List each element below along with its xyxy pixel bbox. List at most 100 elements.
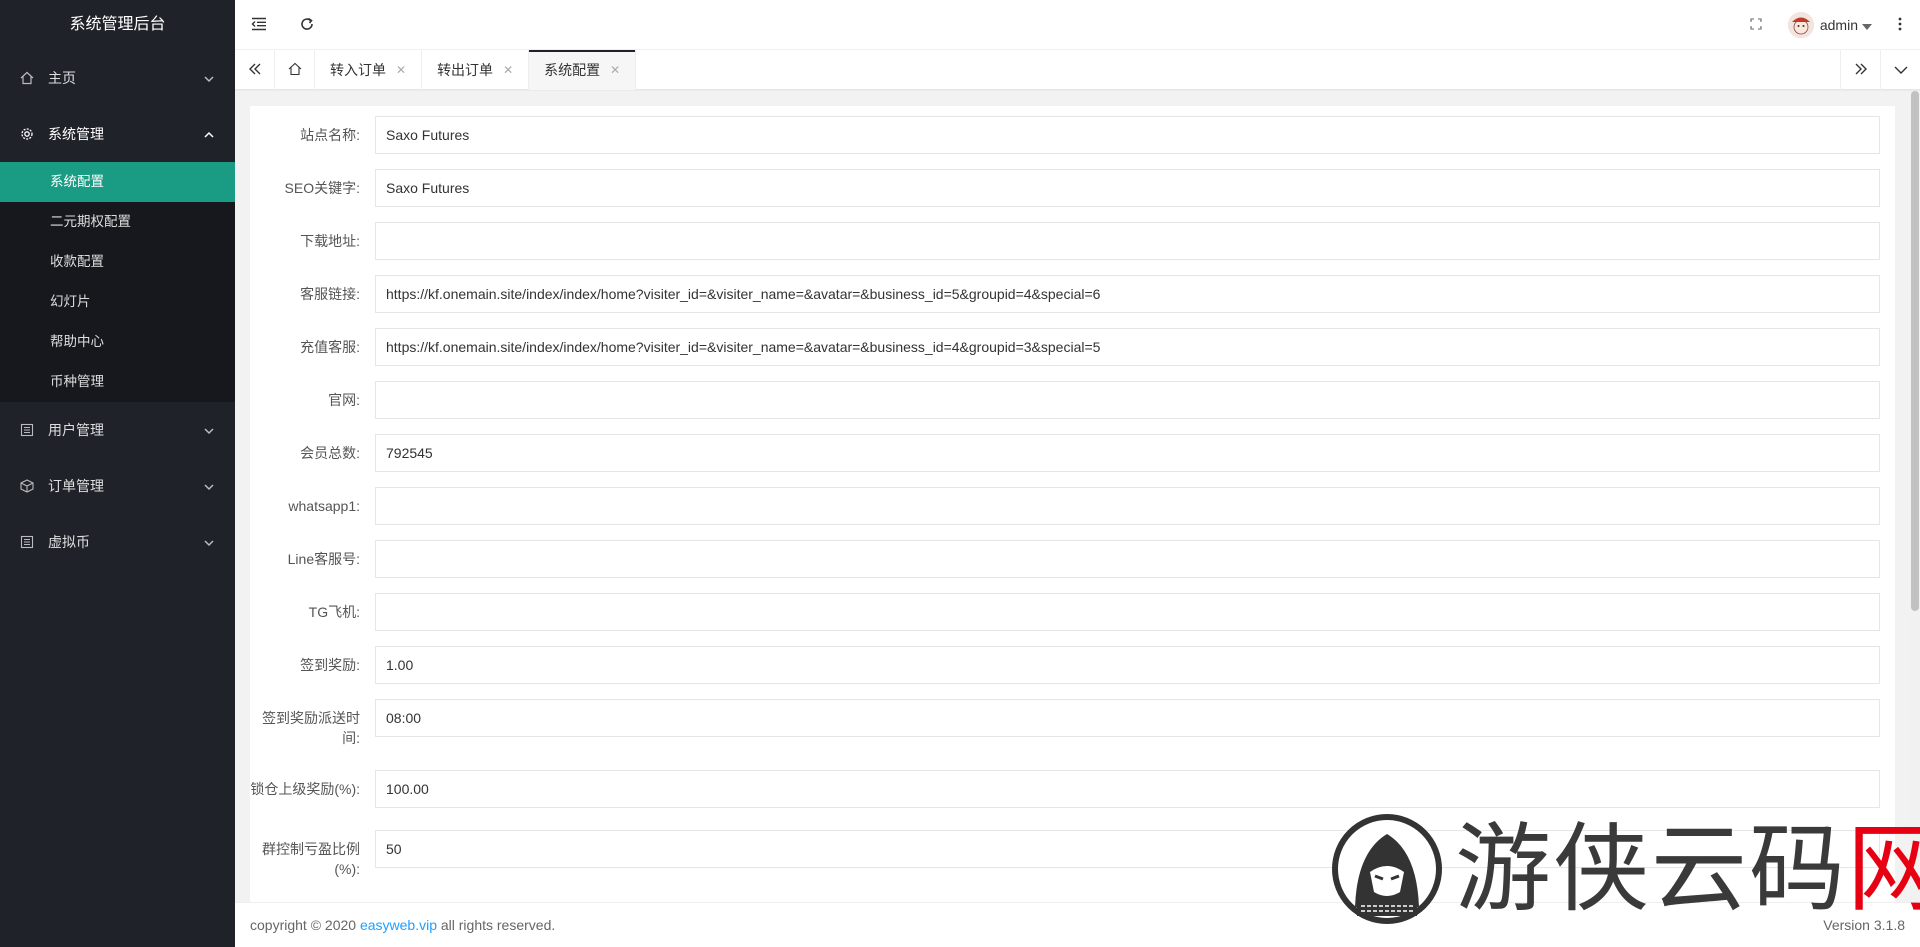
- telegram-input[interactable]: [375, 593, 1880, 631]
- tab-bar: 转入订单 ✕ 转出订单 ✕ 系统配置 ✕: [235, 50, 1920, 90]
- line-support-input[interactable]: [375, 540, 1880, 578]
- sidebar-item-home[interactable]: 主页: [0, 50, 235, 106]
- support-link-input[interactable]: [375, 275, 1880, 313]
- lock-reward-label: 锁仓上级奖励(%):: [250, 781, 360, 797]
- avatar: [1787, 12, 1814, 38]
- group-control-ratio-input[interactable]: [375, 830, 1880, 868]
- tab-label: 转入订单: [330, 62, 386, 78]
- line-support-label: Line客服号:: [287, 551, 360, 567]
- tab-transfer-out[interactable]: 转出订单 ✕: [422, 50, 530, 90]
- group-control-ratio-label: 群控制亏盈比例(%):: [262, 841, 360, 877]
- whatsapp-label: whatsapp1:: [288, 498, 360, 514]
- sidebar-subitem-payment[interactable]: 收款配置: [0, 242, 235, 282]
- app-title: 系统管理后台: [69, 16, 166, 33]
- sidebar-item-label: 虚拟币: [48, 534, 90, 550]
- collapse-sidebar-button[interactable]: [235, 0, 283, 50]
- lock-reward-input[interactable]: [375, 770, 1880, 808]
- checkin-time-label: 签到奖励派送时间:: [262, 710, 360, 746]
- gear-icon: [20, 127, 34, 141]
- tab-list: 转入订单 ✕ 转出订单 ✕ 系统配置 ✕: [315, 50, 637, 90]
- tab-scroll-left-button[interactable]: [235, 50, 275, 90]
- top-header: admin: [235, 0, 1920, 50]
- form-row: 下载地址:: [250, 222, 1895, 260]
- download-url-input[interactable]: [375, 222, 1880, 260]
- main-content: 站点名称: SEO关键字: 下载地址: 客服链接: 充值客服: 官网: 会员总数…: [235, 91, 1920, 902]
- close-icon[interactable]: ✕: [396, 63, 406, 77]
- copyright: copyright © 2020 easyweb.vip all rights …: [250, 917, 555, 933]
- tab-system-config[interactable]: 系统配置 ✕: [529, 50, 637, 90]
- tab-label: 转出订单: [437, 62, 494, 78]
- footer: copyright © 2020 easyweb.vip all rights …: [235, 902, 1920, 947]
- whatsapp-input[interactable]: [375, 487, 1880, 525]
- copyright-prefix: copyright © 2020: [250, 917, 360, 933]
- official-site-input[interactable]: [375, 381, 1880, 419]
- chevron-down-icon: [203, 72, 215, 84]
- form-row: 客服链接:: [250, 275, 1895, 313]
- chevron-down-icon: [203, 480, 215, 492]
- form-row: 签到奖励派送时间:: [250, 699, 1895, 748]
- form-row: 群控制亏盈比例(%):: [250, 830, 1895, 879]
- site-name-label: 站点名称:: [300, 127, 360, 143]
- support-link-label: 客服链接:: [300, 286, 360, 302]
- form-row: 签到奖励:: [250, 646, 1895, 684]
- sidebar-item-label: 订单管理: [48, 478, 104, 494]
- username: admin: [1819, 17, 1858, 33]
- chevron-down-icon: [1894, 62, 1908, 78]
- fullscreen-button[interactable]: [1732, 0, 1780, 50]
- easyweb-link[interactable]: easyweb.vip: [360, 917, 437, 933]
- close-icon[interactable]: ✕: [503, 63, 513, 77]
- tab-label: 系统配置: [544, 62, 601, 78]
- checkin-reward-input[interactable]: [375, 646, 1880, 684]
- form-row: Line客服号:: [250, 540, 1895, 578]
- form-row: TG飞机:: [250, 593, 1895, 631]
- scrollbar-thumb[interactable]: [1911, 91, 1919, 611]
- box-icon: [20, 479, 34, 493]
- sidebar: 系统管理后台 主页 系统管理 系统配置 二元期权配置 收款配置 幻灯片 帮助中心…: [0, 0, 235, 947]
- sidebar-item-system[interactable]: 系统管理: [0, 106, 235, 162]
- double-chevron-left-icon: [248, 62, 262, 78]
- official-site-label: 官网:: [328, 392, 360, 408]
- user-menu[interactable]: admin: [1787, 0, 1872, 50]
- page-scrollbar[interactable]: [1910, 91, 1920, 902]
- more-button[interactable]: [1880, 0, 1920, 50]
- member-count-input[interactable]: [375, 434, 1880, 472]
- sidebar-item-users[interactable]: 用户管理: [0, 402, 235, 458]
- sidebar-item-crypto[interactable]: 虚拟币: [0, 514, 235, 570]
- refresh-button[interactable]: [283, 0, 331, 50]
- recharge-support-input[interactable]: [375, 328, 1880, 366]
- sidebar-item-orders[interactable]: 订单管理: [0, 458, 235, 514]
- chevron-down-icon: [203, 536, 215, 548]
- close-icon[interactable]: ✕: [610, 63, 620, 77]
- tab-home[interactable]: [275, 50, 315, 90]
- telegram-label: TG飞机:: [308, 604, 360, 620]
- sidebar-item-label: 系统管理: [48, 126, 104, 142]
- download-url-label: 下载地址:: [300, 233, 360, 249]
- form-row: SEO关键字:: [250, 169, 1895, 207]
- copyright-suffix: all rights reserved.: [436, 917, 556, 933]
- chevron-up-icon: [203, 128, 215, 140]
- site-name-input[interactable]: [375, 116, 1880, 154]
- checkin-time-input[interactable]: [375, 699, 1880, 737]
- tab-scroll-right-button[interactable]: [1840, 50, 1880, 90]
- seo-keywords-input[interactable]: [375, 169, 1880, 207]
- config-form: 站点名称: SEO关键字: 下载地址: 客服链接: 充值客服: 官网: 会员总数…: [250, 106, 1895, 902]
- sidebar-subitem-currency[interactable]: 币种管理: [0, 362, 235, 402]
- home-icon: [288, 62, 302, 79]
- sidebar-subitem-slides[interactable]: 幻灯片: [0, 282, 235, 322]
- recharge-support-label: 充值客服:: [300, 339, 360, 355]
- sidebar-subitem-binary-options[interactable]: 二元期权配置: [0, 202, 235, 242]
- indent-icon: [251, 17, 267, 34]
- form-row: 会员总数:: [250, 434, 1895, 472]
- list-icon: [20, 535, 34, 549]
- seo-keywords-label: SEO关键字:: [284, 180, 360, 196]
- fullscreen-icon: [1750, 17, 1762, 33]
- sidebar-subitem-help[interactable]: 帮助中心: [0, 322, 235, 362]
- sidebar-subitem-system-config[interactable]: 系统配置: [0, 162, 235, 202]
- chevron-down-icon: [203, 424, 215, 436]
- tab-transfer-in[interactable]: 转入订单 ✕: [315, 50, 423, 90]
- more-vertical-icon: [1898, 17, 1902, 34]
- list-icon: [20, 423, 34, 437]
- sidebar-item-label: 用户管理: [48, 422, 104, 438]
- tab-options-button[interactable]: [1880, 50, 1920, 90]
- checkin-reward-label: 签到奖励:: [300, 657, 360, 673]
